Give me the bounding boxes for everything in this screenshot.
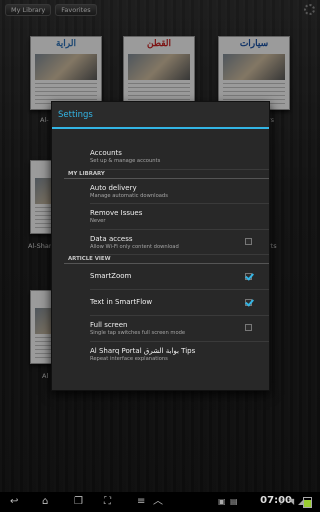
pref-remove-issues[interactable]: Remove Issues Never	[90, 204, 269, 230]
back-icon[interactable]: ↩	[10, 492, 18, 512]
screenshot-icon[interactable]: ⛶	[104, 492, 111, 512]
menu-icon[interactable]: ≡	[137, 492, 145, 512]
full-screen-checkbox[interactable]	[245, 324, 252, 332]
system-navbar: ↩ ⌂ ❐ ⛶ ≡ ︿ ▣ ▤ 07:00 ᛒ ◥ ◢	[0, 492, 320, 512]
pref-accounts[interactable]: Accounts Set up & manage accounts	[90, 144, 269, 170]
chevron-up-icon[interactable]: ︿	[153, 492, 163, 512]
text-smartflow-checkbox[interactable]	[245, 298, 252, 306]
pref-text-smartflow[interactable]: Text in SmartFlow	[90, 290, 269, 317]
settings-dialog: Settings Accounts Set up & manage accoun…	[51, 101, 270, 391]
pref-full-screen[interactable]: Full screen Single tap switches full scr…	[90, 316, 269, 342]
pref-auto-delivery[interactable]: Auto delivery Manage automatic downloads	[90, 179, 269, 205]
wifi-icon: ◥	[288, 497, 295, 506]
gallery-notification-icon: ▤	[230, 497, 238, 506]
pref-tips[interactable]: Al Sharq Portal بوابة الشرق Tips Repeat …	[90, 342, 269, 367]
bluetooth-icon: ᛒ	[279, 497, 284, 506]
section-header-article-view: ARTICLE VIEW	[64, 255, 269, 265]
dialog-title: Settings	[52, 102, 269, 129]
smartzoom-checkbox[interactable]	[245, 272, 252, 280]
section-header-my-library: MY LIBRARY	[64, 170, 269, 179]
image-notification-icon: ▣	[218, 497, 226, 506]
data-access-checkbox[interactable]	[245, 237, 252, 245]
pref-smartzoom[interactable]: SmartZoom	[90, 264, 269, 291]
pref-data-access[interactable]: Data access Allow Wi-Fi only content dow…	[90, 230, 269, 256]
home-icon[interactable]: ⌂	[42, 492, 48, 512]
recent-apps-icon[interactable]: ❐	[74, 492, 83, 512]
battery-icon	[303, 497, 312, 508]
